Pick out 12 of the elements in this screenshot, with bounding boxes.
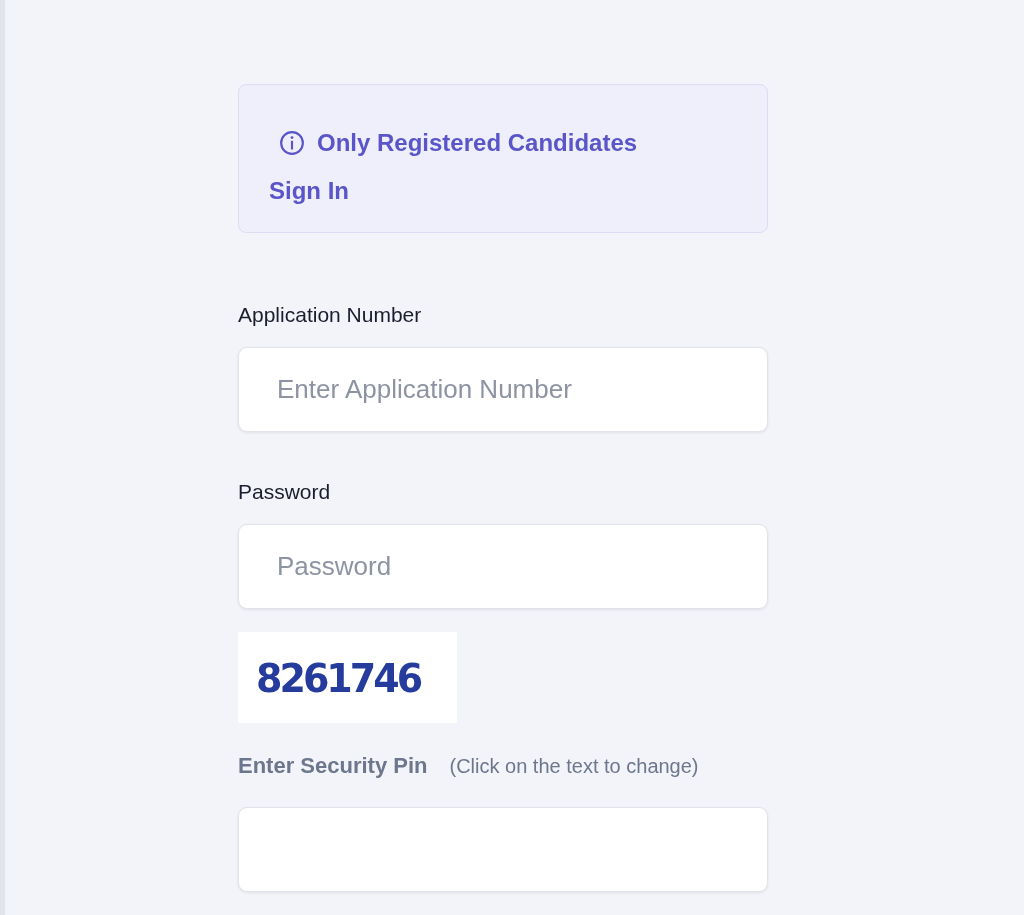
info-icon bbox=[279, 130, 305, 156]
captcha-image[interactable]: 8261746 bbox=[238, 632, 457, 723]
captcha-code[interactable]: 8261746 bbox=[256, 654, 421, 701]
field-label: Application Number bbox=[238, 303, 423, 327]
notice-text: Only Registered Candidates bbox=[317, 128, 638, 158]
input-field[interactable]: Password bbox=[238, 524, 768, 609]
input-field[interactable] bbox=[238, 807, 768, 892]
input-field[interactable]: Enter Application Number bbox=[238, 347, 768, 432]
notice-text: Sign In bbox=[269, 176, 349, 206]
hint-text: (Click on the text to change) bbox=[449, 755, 699, 778]
field-label: Password bbox=[238, 480, 332, 504]
field-label: Enter Security Pin bbox=[238, 753, 428, 779]
